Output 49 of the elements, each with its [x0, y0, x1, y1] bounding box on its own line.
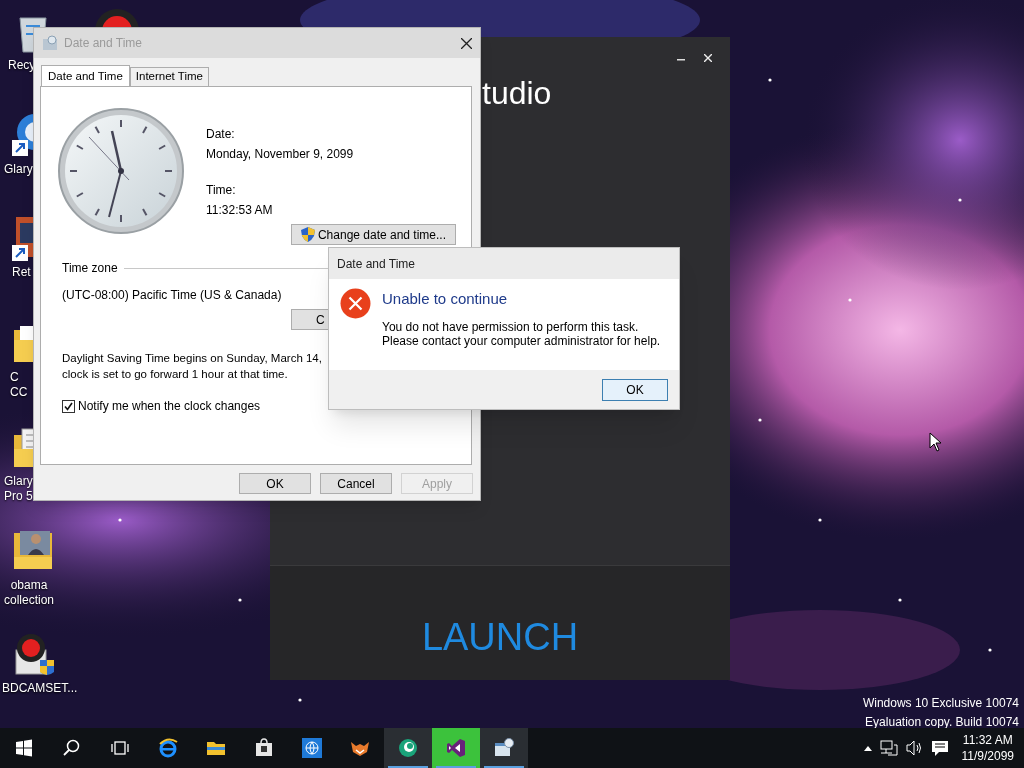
start-icon	[14, 738, 34, 758]
time-zone-value: (UTC-08:00) Pacific Time (US & Canada)	[62, 287, 282, 304]
network-icon[interactable]	[879, 740, 898, 756]
browser-icon	[158, 738, 178, 758]
tab[interactable]: Internet Time	[129, 67, 209, 86]
ok-button[interactable]: OK	[602, 378, 668, 401]
taskbar-button[interactable]	[480, 728, 528, 768]
caret-up-icon[interactable]	[863, 745, 872, 751]
clock-date[interactable]: 11/9/2099	[961, 748, 1014, 764]
volume-icon[interactable]	[905, 740, 924, 756]
dialog-button[interactable]: Cancel	[320, 473, 392, 494]
icon-label[interactable]: Ret	[12, 265, 31, 280]
bag-icon	[254, 738, 274, 758]
error-icon	[340, 288, 371, 319]
section-heading: Time zone	[62, 260, 118, 277]
date-value: Monday, November 9, 2099	[206, 146, 354, 163]
clock-icon	[42, 35, 58, 51]
visual-studio-icon	[446, 738, 466, 758]
globe-icon	[302, 738, 322, 758]
icon-label[interactable]: C CC	[10, 370, 28, 400]
date-label: Date:	[206, 126, 236, 143]
cursor-icon	[929, 432, 942, 452]
dialog-button[interactable]: OK	[239, 473, 311, 494]
time-label: Time:	[206, 182, 237, 199]
taskbar-button[interactable]	[384, 728, 432, 768]
system-watermark: Windows 10 Exclusive 10074 Eyaluation copy. Build 10074	[862, 695, 1019, 731]
clock-time[interactable]: 11:32 AM	[962, 732, 1013, 748]
icon-label[interactable]: Glary Pro 5	[4, 474, 33, 504]
tab[interactable]: Date and Time	[41, 65, 130, 87]
circle-logo-icon	[398, 738, 418, 758]
window-title: Date and Time	[64, 35, 144, 52]
checkbox-label: Notify me when the clock changes	[78, 398, 261, 415]
window-title: Date and Time	[337, 255, 416, 273]
launcher-title: tudio	[482, 74, 552, 113]
time-value: 11:32:53 AM	[206, 202, 274, 219]
dst-notice: Daylight Saving Time begins on Sunday, March 14, clock is set to go forward 1 hour at that time.	[62, 351, 322, 382]
notification-icon[interactable]	[931, 740, 948, 756]
icon-label[interactable]: BDCAMSET...	[2, 681, 78, 696]
close-icon[interactable]	[461, 37, 472, 49]
icon-label[interactable]: Glary	[4, 162, 33, 177]
search-icon	[62, 738, 82, 758]
error-heading: Unable to continue	[382, 289, 509, 309]
icon-label[interactable]: obama collection	[4, 578, 55, 608]
calendar-clock-icon	[494, 738, 514, 758]
checkbox[interactable]	[62, 399, 75, 413]
error-message: You do not have permission to perform this task. Please contact your computer administrator for help.	[382, 320, 661, 348]
change-date-button[interactable]: Change date and time...	[291, 224, 456, 245]
shield-icon	[300, 227, 315, 242]
task-view-icon	[110, 738, 130, 758]
